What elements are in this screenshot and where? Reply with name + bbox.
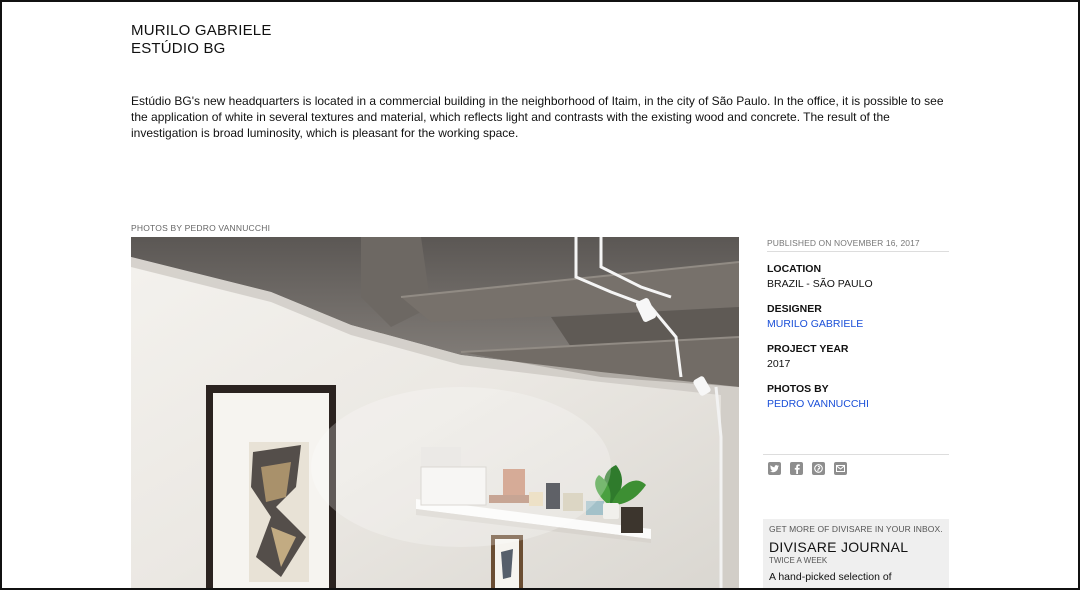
share-bar	[768, 462, 847, 475]
location-label: LOCATION	[767, 263, 822, 275]
photo-credit: PHOTOS BY PEDRO VANNUCCHI	[131, 223, 271, 233]
email-icon[interactable]	[834, 462, 847, 475]
location-value: BRAZIL - SÃO PAULO	[767, 278, 873, 290]
project-photo[interactable]	[131, 237, 739, 588]
designer-name[interactable]: MURILO GABRIELE	[131, 22, 272, 40]
meta-photos: PHOTOS BY PEDRO VANNUCCHI	[767, 382, 949, 412]
project-year-label: PROJECT YEAR	[767, 343, 849, 355]
meta-designer: DESIGNER MURILO GABRIELE	[767, 302, 949, 332]
photos-by-label: PHOTOS BY	[767, 383, 829, 395]
page-header: MURILO GABRIELE ESTÚDIO BG	[131, 22, 272, 58]
project-sidebar: PUBLISHED ON NOVEMBER 16, 2017 LOCATION …	[767, 238, 949, 412]
project-description: Estúdio BG's new headquarters is located…	[131, 94, 944, 140]
twitter-icon[interactable]	[768, 462, 781, 475]
sidebar-divider	[763, 454, 949, 455]
newsletter-description: A hand-picked selection of	[769, 571, 892, 583]
page-frame: MURILO GABRIELE ESTÚDIO BG Estúdio BG's …	[0, 0, 1080, 590]
published-date: PUBLISHED ON NOVEMBER 16, 2017	[767, 238, 949, 252]
designer-link[interactable]: MURILO GABRIELE	[767, 316, 949, 332]
newsletter-frequency: TWICE A WEEK	[769, 556, 828, 565]
newsletter-box: GET MORE OF DIVISARE IN YOUR INBOX. DIVI…	[763, 519, 949, 588]
meta-year: PROJECT YEAR 2017	[767, 342, 949, 372]
meta-location: LOCATION BRAZIL - SÃO PAULO	[767, 262, 949, 292]
photographer-link[interactable]: PEDRO VANNUCCHI	[767, 396, 949, 412]
newsletter-title: DIVISARE JOURNAL	[769, 539, 909, 555]
facebook-icon[interactable]	[790, 462, 803, 475]
office-interior-image	[131, 237, 739, 588]
project-title: ESTÚDIO BG	[131, 40, 226, 57]
designer-label: DESIGNER	[767, 303, 822, 315]
newsletter-kicker: GET MORE OF DIVISARE IN YOUR INBOX.	[769, 524, 943, 534]
pinterest-icon[interactable]	[812, 462, 825, 475]
project-year-value: 2017	[767, 358, 791, 370]
